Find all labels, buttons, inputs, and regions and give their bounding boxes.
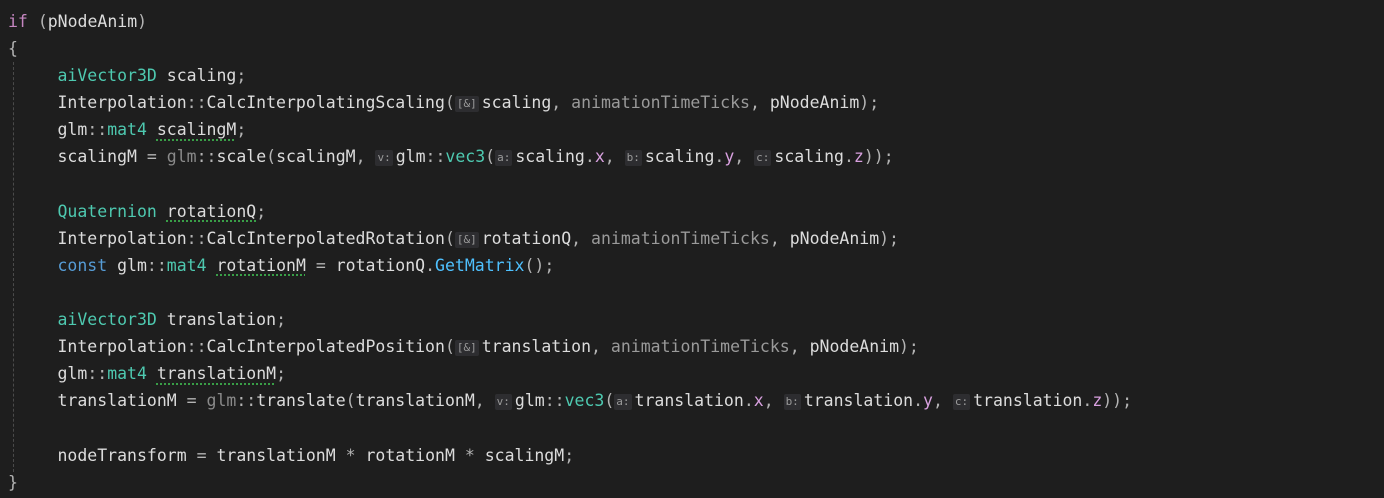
variable-pnodeanim: pNodeAnim [47, 12, 138, 31]
variable-rotationm: rotationM [216, 255, 306, 275]
code-line-2[interactable]: { [0, 35, 1384, 62]
variable-translation: translation [166, 310, 277, 330]
code-line-5[interactable]: glm::mat4 scalingM; [0, 116, 1384, 143]
inlay-hint-capture: [&] [454, 96, 479, 113]
inlay-hint-capture: [&] [454, 231, 479, 248]
code-line-14[interactable]: glm::mat4 translationM; [0, 360, 1384, 387]
code-line-1[interactable]: if (pNodeAnim) [0, 8, 1384, 35]
inlay-hint-v: v: [375, 150, 393, 167]
method-getmatrix: GetMatrix [435, 255, 525, 275]
function-calcinterpolatingscaling: CalcInterpolatingScaling [206, 93, 445, 113]
inlay-hint-c: c: [952, 394, 971, 411]
open-brace: { [8, 39, 18, 59]
code-editor[interactable]: if (pNodeAnim) { aiVector3D scaling; Int… [0, 0, 1384, 498]
variable-scalingm: scalingM [156, 120, 237, 140]
code-line-13[interactable]: Interpolation::CalcInterpolatedPosition(… [0, 333, 1384, 360]
keyword-if: if [8, 12, 28, 31]
inlay-hint-a: a: [614, 394, 632, 411]
type-aivector3d: aiVector3D [57, 310, 157, 330]
code-line-7[interactable] [0, 171, 1384, 198]
code-line-4[interactable]: Interpolation::CalcInterpolatingScaling(… [0, 89, 1384, 116]
type-quaternion: Quaternion [57, 201, 157, 221]
inlay-hint-b: b: [783, 394, 801, 411]
function-calcinterpolatedposition: CalcInterpolatedPosition [206, 337, 445, 357]
variable-scaling: scaling [166, 66, 237, 86]
inlay-hint-v: v: [494, 394, 512, 411]
code-line-10[interactable]: const glm::mat4 rotationM = rotationQ.Ge… [0, 252, 1384, 279]
code-line-16[interactable] [0, 414, 1384, 441]
code-line-15[interactable]: translationM = glm::translate(translatio… [0, 387, 1384, 414]
function-calcinterpolatedrotation: CalcInterpolatedRotation [206, 228, 445, 248]
inlay-hint-capture: [&] [454, 340, 479, 357]
code-line-17[interactable]: nodeTransform = translationM * rotationM… [0, 442, 1384, 469]
inlay-hint-c: c: [754, 150, 772, 167]
close-brace: } [8, 472, 18, 492]
variable-nodetransform: nodeTransform [57, 445, 187, 465]
code-line-8[interactable]: Quaternion rotationQ; [0, 198, 1384, 225]
inlay-hint-b: b: [624, 150, 642, 167]
code-line-6[interactable]: scalingM = glm::scale(scalingM, v: glm::v… [0, 143, 1384, 170]
variable-rotationq: rotationQ [166, 201, 257, 221]
type-aivector3d: aiVector3D [57, 66, 157, 86]
code-line-18[interactable]: } [0, 469, 1384, 496]
variable-translationm: translationM [156, 364, 277, 384]
inlay-hint-a: a: [495, 150, 513, 167]
code-line-3[interactable]: aiVector3D scaling; [0, 62, 1384, 89]
code-line-11[interactable] [0, 279, 1384, 306]
code-line-12[interactable]: aiVector3D translation; [0, 306, 1384, 333]
keyword-const: const [57, 255, 108, 275]
code-line-9[interactable]: Interpolation::CalcInterpolatedRotation(… [0, 225, 1384, 252]
